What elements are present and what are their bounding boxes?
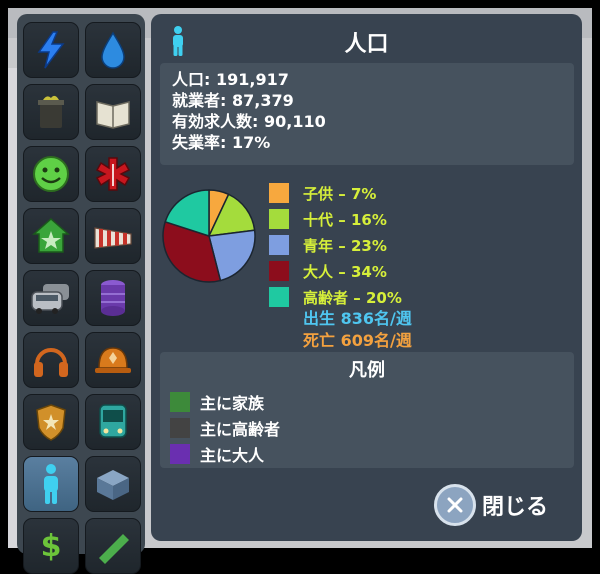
resources-icon [101, 280, 125, 316]
legend-swatch [170, 392, 190, 412]
workers-stat: 就業者: 87,379 [172, 91, 294, 110]
health-tool[interactable] [85, 146, 141, 202]
legend-item-family: 主に家族 [170, 390, 264, 414]
transport-tool[interactable] [85, 394, 141, 450]
age-legend-label: 十代 – 16% [303, 210, 387, 229]
panel-title: 人口 [344, 32, 389, 57]
education-icon [96, 101, 130, 129]
happiness-tool[interactable] [23, 146, 79, 202]
garbage-tool[interactable] [23, 84, 79, 140]
population-stat: 人口: 191,917 [172, 70, 289, 89]
age-legend-label: 大人 – 34% [303, 262, 387, 281]
person-icon [44, 464, 58, 504]
age-legend-label: 青年 – 23% [303, 236, 387, 255]
resources-tool[interactable] [85, 270, 141, 326]
headphones-icon [34, 348, 68, 377]
age-legend-swatch [269, 261, 289, 281]
legend-label: 主に高齢者 [200, 420, 281, 439]
age-legend-swatch [269, 287, 289, 307]
land-value-icon [32, 217, 70, 253]
age-legend-label: 子供 – 7% [303, 184, 377, 203]
age-legend-item: 子供 – 7% [269, 182, 376, 204]
stats-box: 人口: 191,917 就業者: 87,379 有効求人数: 90,110 失業… [160, 63, 574, 165]
land-value-tool[interactable] [23, 208, 79, 264]
traffic-tool[interactable] [23, 270, 79, 326]
noise-tool[interactable] [23, 332, 79, 388]
fire-tool[interactable] [85, 332, 141, 388]
garbage-icon [38, 95, 64, 128]
money-icon: $ [41, 529, 62, 564]
economy-tool[interactable]: $ [23, 518, 79, 574]
traffic-icon [31, 284, 69, 314]
age-legend-swatch [269, 209, 289, 229]
age-pie-chart [162, 189, 256, 283]
legend-item-adults: 主に大人 [170, 442, 264, 466]
water-icon [101, 31, 125, 69]
zoning-icon [99, 534, 129, 564]
wind-tool[interactable] [85, 208, 141, 264]
age-legend-item: 十代 – 16% [269, 208, 387, 230]
health-icon [95, 157, 131, 191]
births-rate: 出生 836名/週 [303, 309, 412, 328]
age-legend-swatch [269, 183, 289, 203]
buildings-icon [97, 470, 129, 500]
wind-icon [94, 227, 132, 249]
info-views-sidebar: $ [17, 14, 145, 574]
svg-text:$: $ [41, 529, 62, 564]
close-button[interactable]: 閉じる [434, 484, 548, 526]
age-legend-item: 大人 – 34% [269, 260, 387, 282]
education-tool[interactable] [85, 84, 141, 140]
close-icon [434, 484, 476, 526]
bus-icon [99, 404, 127, 438]
legend-swatch [170, 444, 190, 464]
legend-swatch [170, 418, 190, 438]
happiness-icon [33, 156, 69, 192]
legend-label: 主に大人 [200, 446, 265, 465]
age-legend-item: 青年 – 23% [269, 234, 387, 256]
legend-title: 凡例 [349, 360, 385, 381]
age-legend-swatch [269, 235, 289, 255]
water-tool[interactable] [85, 22, 141, 78]
population-panel: 人口 人口: 191,917 就業者: 87,379 有効求人数: 90,110… [151, 14, 582, 541]
job-seekers-stat: 有効求人数: 90,110 [172, 112, 326, 131]
electricity-tool[interactable] [23, 22, 79, 78]
zoning-tool[interactable] [85, 518, 141, 574]
deaths-rate: 死亡 609名/週 [303, 331, 412, 350]
electricity-icon [37, 31, 65, 69]
legend-box: 凡例 主に家族 主に高齢者 主に大人 [160, 352, 574, 468]
fire-helmet-icon [95, 347, 131, 373]
police-tool[interactable] [23, 394, 79, 450]
close-label: 閉じる [482, 495, 549, 520]
police-badge-icon [36, 404, 66, 441]
legend-item-elderly: 主に高齢者 [170, 416, 280, 440]
population-tool[interactable] [23, 456, 79, 512]
unemployment-stat: 失業率: 17% [172, 133, 271, 152]
legend-label: 主に家族 [200, 394, 265, 413]
buildings-tool[interactable] [85, 456, 141, 512]
